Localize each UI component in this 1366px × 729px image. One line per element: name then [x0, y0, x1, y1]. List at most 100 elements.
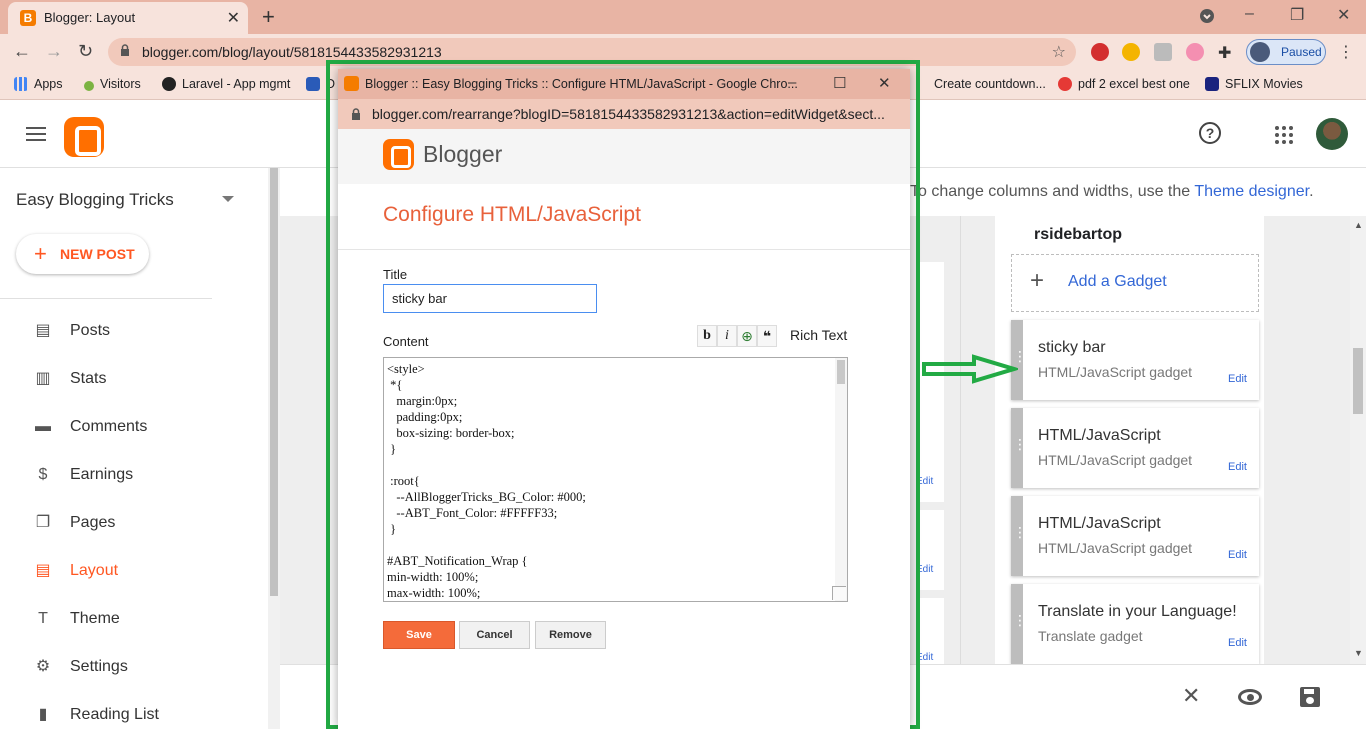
profile-status: Paused [1281, 45, 1322, 59]
add-gadget-label: Add a Gadget [1068, 273, 1167, 290]
resize-handle-icon[interactable] [832, 586, 846, 600]
extension-icon[interactable] [1186, 43, 1204, 61]
sidebar-item-label: Comments [70, 418, 148, 435]
blogger-logo [383, 139, 414, 170]
blog-selector[interactable]: Easy Blogging Tricks [16, 190, 174, 210]
remove-button[interactable]: Remove [535, 621, 606, 649]
chrome-menu-icon[interactable]: ⋮ [1338, 42, 1354, 62]
close-icon[interactable]: ✕ [878, 74, 891, 92]
user-avatar[interactable] [1316, 118, 1348, 150]
help-icon[interactable]: ? [1199, 122, 1221, 144]
minimize-icon[interactable]: – [788, 74, 796, 91]
region-title: rsidebartop [1034, 226, 1123, 243]
link-icon[interactable]: ⊕ [737, 325, 757, 347]
save-disk-icon[interactable] [1300, 687, 1320, 707]
sidebar-item-settings[interactable]: ⚙ Settings [0, 648, 260, 688]
dot-icon [84, 81, 94, 91]
popup-window-title: Blogger :: Easy Blogging Tricks :: Confi… [365, 77, 798, 91]
bookmark-laravel[interactable]: Laravel - App mgmt [162, 77, 290, 91]
gadget-edit-link[interactable]: Edit [1228, 373, 1247, 385]
profile-paused-button[interactable]: Paused [1246, 39, 1326, 65]
gadget-card[interactable]: HTML/JavaScript HTML/JavaScript gadget Edi… [1011, 408, 1259, 488]
close-icon[interactable]: ✕ [1182, 683, 1200, 709]
title-label: Title [383, 267, 408, 282]
quote-icon[interactable]: ❝ [757, 325, 777, 347]
textarea-scrollbar[interactable] [835, 358, 847, 601]
tab-search-icon[interactable] [1199, 8, 1215, 29]
sidebar-item-posts[interactable]: ▤ Posts [0, 312, 260, 352]
bookmark-pdf2excel[interactable]: pdf 2 excel best one [1058, 77, 1190, 91]
gadget-edit-link[interactable]: Edit [1228, 461, 1247, 473]
drag-handle-icon[interactable] [1011, 496, 1027, 576]
bookmark-countdown[interactable]: Create countdown... [934, 77, 1046, 91]
preview-eye-icon[interactable] [1238, 689, 1262, 705]
new-tab-button[interactable]: + [262, 4, 275, 30]
new-post-button[interactable]: + NEW POST [16, 234, 149, 274]
sidebar-item-layout[interactable]: ▤ Layout [0, 552, 260, 592]
restore-icon[interactable]: ❐ [1290, 5, 1304, 25]
scroll-up-icon[interactable]: ▲ [1354, 220, 1363, 230]
google-apps-icon[interactable] [1275, 126, 1293, 144]
sidebar-item-comments[interactable]: ▬ Comments [0, 408, 260, 448]
gadget-edit-link[interactable]: Edit [1228, 549, 1247, 561]
layout-icon: ▤ [35, 562, 51, 579]
gadget-card[interactable]: Translate in your Language! Translate gad… [1011, 584, 1259, 664]
profile-avatar [1250, 42, 1270, 62]
bookmark-sflix[interactable]: SFLIX Movies [1205, 77, 1303, 91]
sidebar-item-earnings[interactable]: $ Earnings [0, 456, 260, 496]
sflix-icon [1205, 77, 1219, 91]
popup-url-text: blogger.com/rearrange?blogID=58181544335… [372, 106, 885, 122]
sidebar-item-reading-list[interactable]: ▮ Reading List [0, 696, 260, 729]
layout-scrollbar[interactable]: ▲ ▼ [1350, 216, 1366, 664]
rich-text-link[interactable]: Rich Text [790, 327, 847, 343]
sidebar: Easy Blogging Tricks + NEW POST ▤ Posts ▥ S… [0, 168, 268, 729]
theme-designer-link[interactable]: Theme designer [1194, 183, 1309, 200]
bookmark-apps[interactable]: Apps [14, 77, 63, 91]
gadget-card[interactable]: HTML/JavaScript HTML/JavaScript gadget Edi… [1011, 496, 1259, 576]
reload-icon[interactable]: ↻ [78, 41, 93, 62]
add-gadget-button[interactable]: + Add a Gadget [1011, 254, 1259, 312]
sidebar-item-label: Earnings [70, 466, 134, 483]
italic-button[interactable]: i [717, 325, 737, 347]
drag-handle-icon[interactable] [1011, 408, 1027, 488]
window-close-icon[interactable]: ✕ [1337, 5, 1350, 25]
bookmark-star-icon[interactable]: ☆ [1052, 42, 1066, 62]
drag-handle-icon[interactable] [1011, 584, 1027, 664]
content-textarea[interactable]: <style> *{ margin:0px; padding:0px; box-… [383, 357, 848, 602]
scrollbar-thumb[interactable] [1353, 348, 1363, 414]
extension-icon[interactable] [1091, 43, 1109, 61]
cancel-button[interactable]: Cancel [459, 621, 530, 649]
sidebar-item-stats[interactable]: ▥ Stats [0, 360, 260, 400]
comments-icon: ▬ [35, 418, 51, 435]
bold-button[interactable]: b [697, 325, 717, 347]
popup-brand-header: Blogger [338, 129, 910, 184]
extension-icon[interactable] [1122, 43, 1140, 61]
gadget-type: Translate gadget [1038, 628, 1143, 644]
caret-down-icon[interactable] [222, 196, 234, 202]
blogger-logo[interactable] [64, 117, 104, 157]
puzzle-icon[interactable]: ✚ [1218, 43, 1236, 62]
bookmark-visitors[interactable]: Visitors [84, 77, 141, 91]
scrollbar-thumb[interactable] [837, 360, 845, 384]
title-input[interactable] [383, 284, 597, 313]
hamburger-menu-icon[interactable] [26, 127, 46, 141]
pages-icon: ❐ [35, 514, 51, 531]
scrollbar-thumb[interactable] [270, 168, 278, 596]
sidebar-scrollbar[interactable] [268, 168, 280, 729]
shield-icon[interactable] [1154, 43, 1172, 61]
forward-icon[interactable]: → [45, 41, 63, 62]
minimize-icon[interactable]: – [1245, 5, 1254, 23]
new-post-label: NEW POST [60, 246, 135, 262]
browser-tab-active[interactable]: B Blogger: Layout ✕ [8, 2, 248, 34]
maximize-icon[interactable]: ☐ [833, 74, 846, 92]
scroll-down-icon[interactable]: ▼ [1354, 648, 1363, 658]
tab-close-icon[interactable]: ✕ [227, 8, 240, 28]
sidebar-item-theme[interactable]: T Theme [0, 600, 260, 640]
back-icon[interactable]: ← [13, 41, 31, 62]
save-button[interactable]: Save [383, 621, 455, 649]
sidebar-item-label: Reading List [70, 706, 159, 723]
gadget-card[interactable]: sticky bar HTML/JavaScript gadget Edit [1011, 320, 1259, 400]
gadget-edit-link[interactable]: Edit [1228, 637, 1247, 649]
sidebar-item-label: Theme [70, 610, 120, 627]
sidebar-item-pages[interactable]: ❐ Pages [0, 504, 260, 544]
